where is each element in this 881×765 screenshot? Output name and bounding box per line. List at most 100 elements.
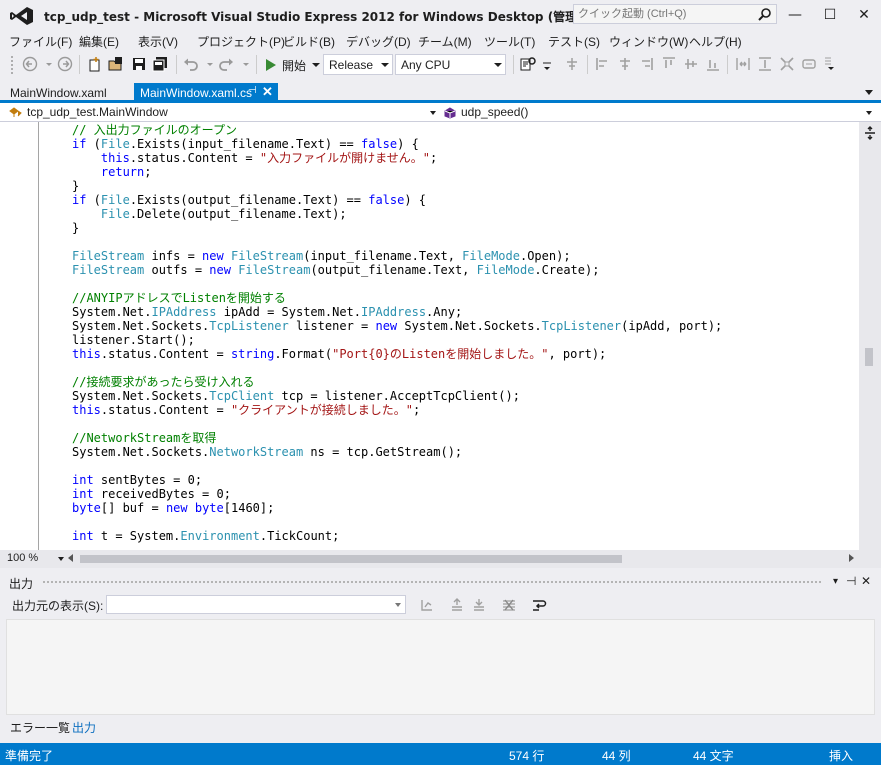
- code-line[interactable]: int sentBytes = 0;: [72, 473, 722, 487]
- code-line[interactable]: FileStream outfs = new FileStream(output…: [72, 263, 722, 277]
- chevron-down-icon[interactable]: [312, 63, 320, 67]
- vertical-scroll-thumb[interactable]: [865, 348, 873, 366]
- code-line[interactable]: File.Delete(output_filename.Text);: [72, 207, 722, 221]
- code-line[interactable]: //接続要求があったら受け入れる: [72, 375, 722, 389]
- code-line[interactable]: }: [72, 221, 722, 235]
- next-message-icon[interactable]: [471, 597, 487, 613]
- code-line[interactable]: //NetworkStreamを取得: [72, 431, 722, 445]
- code-line[interactable]: int receivedBytes = 0;: [72, 487, 722, 501]
- code-line[interactable]: [72, 277, 722, 291]
- code-text[interactable]: // 入出力ファイルのオープン if (File.Exists(input_fil…: [72, 123, 722, 543]
- toggle-breakpoint-icon[interactable]: [564, 56, 580, 72]
- toolbar-overflow-icon[interactable]: [539, 56, 555, 72]
- menu-help[interactable]: ヘルプ(H): [689, 33, 742, 50]
- output-text-area[interactable]: [6, 619, 875, 715]
- undo-icon[interactable]: [183, 56, 199, 72]
- selection-margin[interactable]: [0, 122, 24, 550]
- tab-error-list[interactable]: エラー一覧: [10, 719, 70, 736]
- code-line[interactable]: [72, 417, 722, 431]
- scroll-right-icon[interactable]: [849, 554, 854, 562]
- menu-team[interactable]: チーム(M): [418, 33, 472, 50]
- code-line[interactable]: }: [72, 179, 722, 193]
- code-line[interactable]: if (File.Exists(input_filename.Text) == …: [72, 137, 722, 151]
- scroll-left-icon[interactable]: [68, 554, 73, 562]
- menu-build[interactable]: ビルド(B): [283, 33, 335, 50]
- pin-icon[interactable]: ⊣: [846, 574, 856, 588]
- find-message-in-code-icon[interactable]: [419, 597, 435, 613]
- undo-dropdown-icon[interactable]: [202, 56, 218, 72]
- code-line[interactable]: FileStream infs = new FileStream(input_f…: [72, 249, 722, 263]
- save-icon[interactable]: [131, 56, 147, 72]
- quick-launch-box[interactable]: [573, 4, 777, 24]
- code-line[interactable]: this.status.Content = "クライアントが接続しました。";: [72, 403, 722, 417]
- class-navigation-select[interactable]: tcp_udp_test.MainWindow: [7, 104, 437, 121]
- align-bottom-icon[interactable]: [705, 56, 721, 72]
- make-same-size-icon[interactable]: [779, 56, 795, 72]
- close-window-button[interactable]: ✕: [852, 6, 876, 24]
- menu-edit[interactable]: 編集(E): [79, 33, 119, 50]
- size-to-grid-icon[interactable]: [801, 56, 817, 72]
- menu-debug[interactable]: デバッグ(D): [346, 33, 411, 50]
- code-line[interactable]: this.status.Content = "入力ファイルが開けません。";: [72, 151, 722, 165]
- code-line[interactable]: this.status.Content = string.Format("Por…: [72, 347, 722, 361]
- redo-dropdown-icon[interactable]: [238, 56, 254, 72]
- split-editor-icon[interactable]: [864, 126, 876, 140]
- close-panel-icon[interactable]: ✕: [861, 574, 871, 588]
- solution-configuration-select[interactable]: Release: [323, 54, 393, 75]
- align-center-icon[interactable]: [617, 56, 633, 72]
- member-navigation-select[interactable]: udp_speed(): [442, 104, 878, 121]
- tab-output[interactable]: 出力: [72, 719, 96, 736]
- code-line[interactable]: // 入出力ファイルのオープン: [72, 123, 722, 137]
- maximize-button[interactable]: ☐: [818, 6, 842, 24]
- toolbar-grip[interactable]: [10, 55, 14, 75]
- panel-options-chevron-icon[interactable]: ▾: [833, 576, 838, 587]
- panel-grip[interactable]: [42, 580, 822, 585]
- code-line[interactable]: if (File.Exists(output_filename.Text) ==…: [72, 193, 722, 207]
- code-line[interactable]: byte[] buf = new byte[1460];: [72, 501, 722, 515]
- tab-overflow-chevron-icon[interactable]: [865, 90, 873, 95]
- quick-launch-input[interactable]: [578, 6, 754, 22]
- code-line[interactable]: [72, 235, 722, 249]
- save-all-icon[interactable]: [152, 56, 168, 72]
- zoom-select[interactable]: 100 %: [4, 551, 66, 567]
- navigate-forward-icon[interactable]: [57, 56, 73, 72]
- previous-message-icon[interactable]: [449, 597, 465, 613]
- make-same-height-icon[interactable]: [757, 56, 773, 72]
- search-icon[interactable]: [758, 7, 772, 21]
- code-line[interactable]: int t = System.Environment.TickCount;: [72, 529, 722, 543]
- navigate-back-icon[interactable]: [22, 56, 38, 72]
- align-middle-icon[interactable]: [683, 56, 699, 72]
- new-project-icon[interactable]: [87, 56, 103, 72]
- pin-icon[interactable]: ⊣: [248, 85, 257, 96]
- toggle-word-wrap-icon[interactable]: [531, 597, 547, 613]
- code-line[interactable]: System.Net.Sockets.NetworkStream ns = tc…: [72, 445, 722, 459]
- solution-platform-select[interactable]: Any CPU: [395, 54, 506, 75]
- align-top-icon[interactable]: [661, 56, 677, 72]
- code-line[interactable]: System.Net.IPAddress ipAdd = System.Net.…: [72, 305, 722, 319]
- navigate-back-dropdown-icon[interactable]: [41, 56, 57, 72]
- minimize-button[interactable]: —: [783, 6, 807, 24]
- align-left-icon[interactable]: [595, 56, 611, 72]
- menu-tools[interactable]: ツール(T): [484, 33, 535, 50]
- code-line[interactable]: //ANYIPアドレスでListenを開始する: [72, 291, 722, 305]
- output-source-select[interactable]: [106, 595, 406, 614]
- menu-view[interactable]: 表示(V): [138, 33, 178, 50]
- code-line[interactable]: [72, 515, 722, 529]
- menu-test[interactable]: テスト(S): [548, 33, 600, 50]
- code-line[interactable]: System.Net.Sockets.TcpClient tcp = liste…: [72, 389, 722, 403]
- layout-toolbar-overflow-icon[interactable]: [823, 56, 839, 72]
- menu-file[interactable]: ファイル(F): [9, 33, 72, 50]
- code-editor[interactable]: // 入出力ファイルのオープン if (File.Exists(input_fil…: [0, 122, 881, 550]
- code-line[interactable]: [72, 459, 722, 473]
- horizontal-scroll-thumb[interactable]: [80, 555, 622, 563]
- open-file-icon[interactable]: [108, 56, 124, 72]
- menu-window[interactable]: ウィンドウ(W): [609, 33, 688, 50]
- make-same-width-icon[interactable]: [735, 56, 751, 72]
- code-line[interactable]: System.Net.Sockets.TcpListener listener …: [72, 319, 722, 333]
- find-in-files-icon[interactable]: [520, 56, 536, 72]
- menu-project[interactable]: プロジェクト(P): [197, 33, 285, 50]
- code-line[interactable]: return;: [72, 165, 722, 179]
- align-right-icon[interactable]: [638, 56, 654, 72]
- code-line[interactable]: listener.Start();: [72, 333, 722, 347]
- clear-all-icon[interactable]: [501, 597, 517, 613]
